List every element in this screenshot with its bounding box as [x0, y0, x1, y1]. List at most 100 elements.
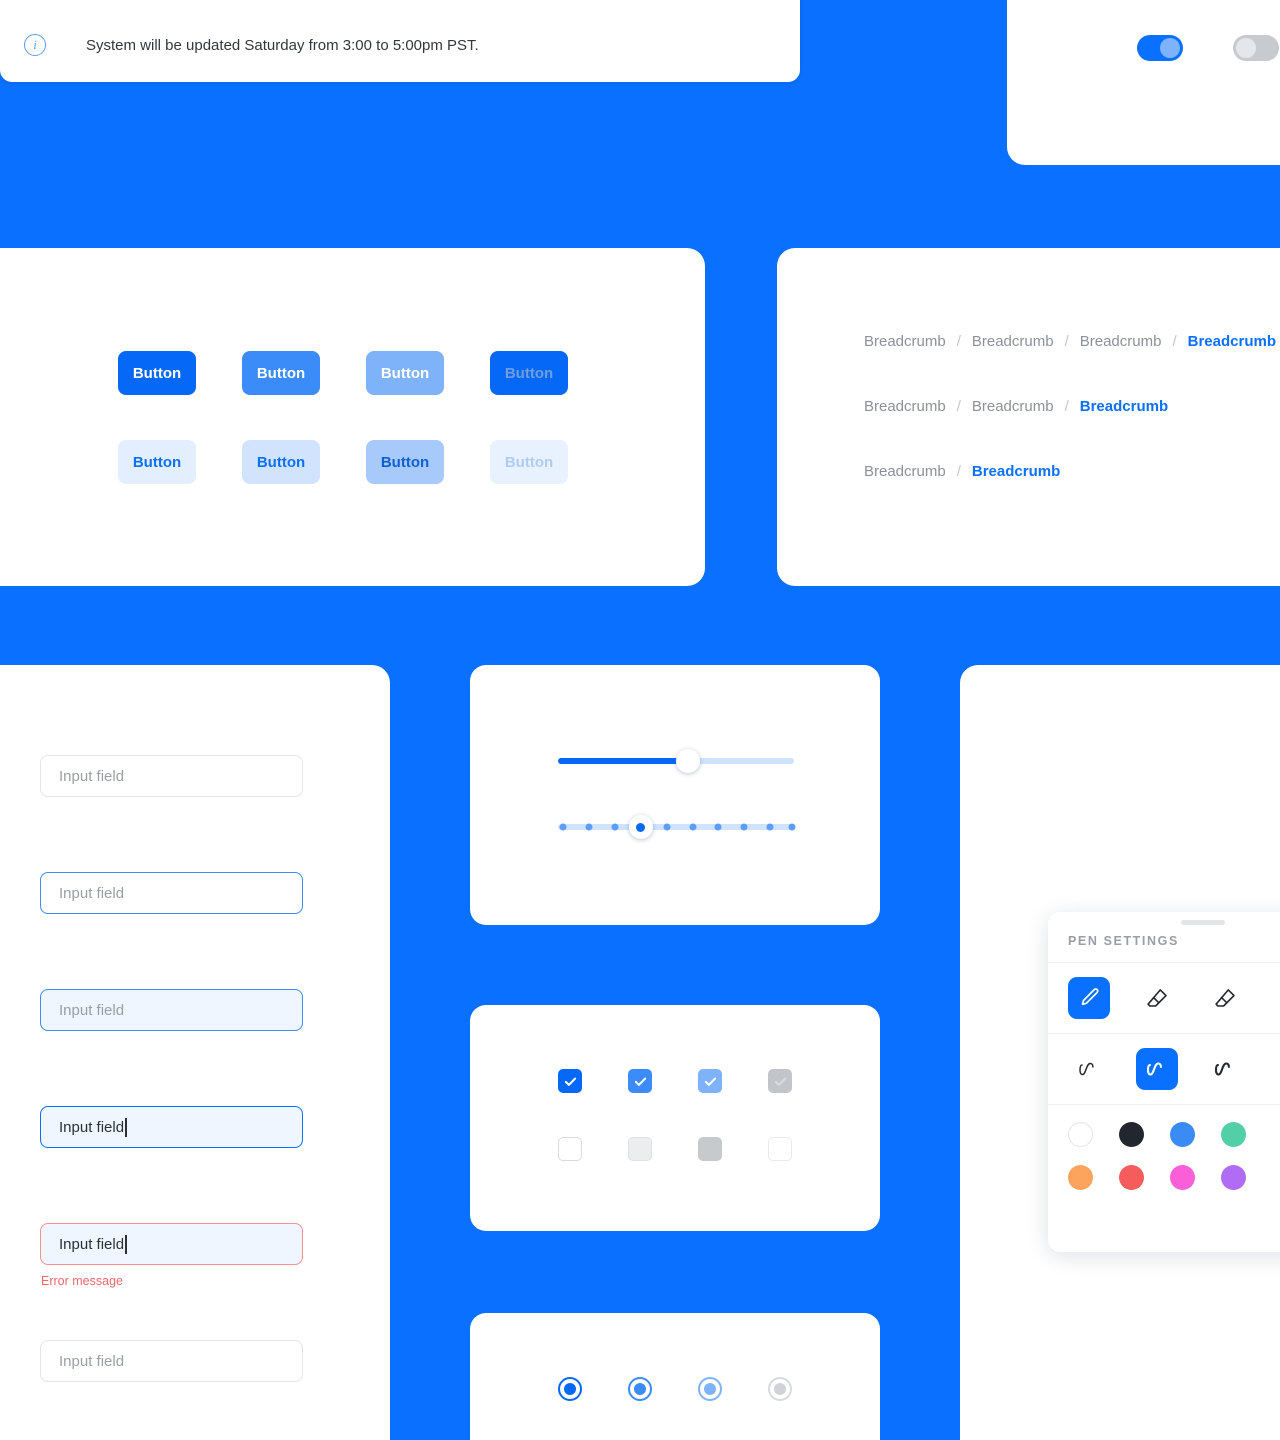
color-swatch-purple[interactable] [1221, 1165, 1246, 1190]
eraser-tool-button[interactable] [1136, 977, 1178, 1019]
check-icon [774, 1077, 786, 1086]
radio-inner-dot [774, 1383, 786, 1395]
input-block-hover: Input field [40, 872, 303, 989]
checkbox-checked-hover[interactable] [628, 1069, 652, 1093]
breadcrumb-separator-icon: / [956, 398, 961, 415]
secondary-button-hover[interactable]: Button [242, 440, 320, 484]
slider-step-dot[interactable] [689, 823, 697, 831]
slider-thumb[interactable] [628, 815, 653, 839]
input-field-list: Input field Input field Input field Inpu… [40, 755, 303, 1440]
toggle-switch-off[interactable] [1233, 35, 1279, 61]
radio-inner-dot [704, 1383, 716, 1395]
input-block-focus: Input field [40, 1106, 303, 1223]
toggle-knob [1236, 38, 1256, 58]
breadcrumb-item[interactable]: Breadcrumb [864, 463, 946, 480]
color-swatch-blue[interactable] [1170, 1122, 1195, 1147]
input-field-hover[interactable]: Input field [40, 872, 303, 914]
toggle-group [1137, 35, 1279, 61]
breadcrumb-item[interactable]: Breadcrumb [1080, 333, 1162, 350]
stroke-medium-icon [1146, 1062, 1162, 1076]
radios-card [470, 1313, 880, 1440]
radio-button-active[interactable] [698, 1377, 722, 1401]
alert-message: System will be updated Saturday from 3:0… [86, 36, 479, 54]
breadcrumb-separator-icon: / [1064, 333, 1069, 350]
stroke-medium-button[interactable] [1136, 1048, 1178, 1090]
radio-button-default[interactable] [558, 1377, 582, 1401]
stepped-slider[interactable] [558, 815, 796, 839]
eraser-alt-tool-button[interactable] [1204, 977, 1246, 1019]
input-block-disabled: Input field [40, 1340, 303, 1440]
slider-step-dot[interactable] [611, 823, 619, 831]
pen-stroke-row [1048, 1033, 1280, 1104]
continuous-slider[interactable] [558, 749, 794, 773]
breadcrumb-item[interactable]: Breadcrumb [972, 398, 1054, 415]
pen-icon [1081, 988, 1099, 1006]
breadcrumb-item[interactable]: Breadcrumb [972, 333, 1054, 350]
checkboxes-card [470, 1005, 880, 1231]
primary-button-active[interactable]: Button [366, 351, 444, 395]
secondary-button-disabled: Button [490, 440, 568, 484]
breadcrumb-separator-icon: / [956, 463, 961, 480]
input-placeholder: Input field [59, 1352, 125, 1370]
inputs-card: Input field Input field Input field Inpu… [0, 665, 390, 1440]
input-field-focus[interactable]: Input field [40, 1106, 303, 1148]
color-swatch-white[interactable] [1068, 1122, 1093, 1147]
color-swatch-row-1 [1048, 1104, 1280, 1147]
breadcrumb: Breadcrumb / Breadcrumb / Breadcrumb / B… [864, 333, 1276, 350]
checkbox-checked-default[interactable] [558, 1069, 582, 1093]
slider-step-dot[interactable] [788, 823, 796, 831]
breadcrumb-separator-icon: / [1172, 333, 1177, 350]
checkbox-unchecked-default[interactable] [558, 1137, 582, 1161]
checkbox-unchecked-hover[interactable] [628, 1137, 652, 1161]
stroke-thin-button[interactable] [1068, 1048, 1110, 1090]
alert-content: i System will be updated Saturday from 3… [0, 34, 479, 82]
color-swatch-pink[interactable] [1170, 1165, 1195, 1190]
system-alert-banner: i System will be updated Saturday from 3… [0, 0, 800, 82]
pen-settings-title: PEN SETTINGS [1068, 934, 1179, 948]
slider-step-dot[interactable] [740, 823, 748, 831]
slider-step-dot[interactable] [663, 823, 671, 831]
primary-button-default[interactable]: Button [118, 351, 196, 395]
radio-group [558, 1377, 838, 1401]
input-field-default[interactable]: Input field [40, 755, 303, 797]
color-swatch-red[interactable] [1119, 1165, 1144, 1190]
input-field-active[interactable]: Input field [40, 989, 303, 1031]
color-swatch-black[interactable] [1119, 1122, 1144, 1147]
eraser-icon [1147, 989, 1167, 1007]
breadcrumb-item[interactable]: Breadcrumb [864, 333, 946, 350]
breadcrumb-item-current[interactable]: Breadcrumb [1188, 333, 1276, 350]
secondary-button-default[interactable]: Button [118, 440, 196, 484]
slider-track[interactable] [558, 749, 794, 773]
panel-drag-handle[interactable] [1181, 920, 1225, 925]
radio-button-hover[interactable] [628, 1377, 652, 1401]
checkbox-checked-active[interactable] [698, 1069, 722, 1093]
breadcrumb-separator-icon: / [956, 333, 961, 350]
checkbox-unchecked-active[interactable] [698, 1137, 722, 1161]
stroke-thick-button[interactable] [1204, 1048, 1246, 1090]
check-icon [564, 1077, 576, 1086]
color-swatch-green[interactable] [1221, 1122, 1246, 1147]
slider-step-dot[interactable] [766, 823, 774, 831]
button-grid: Button Button Button Button Button Butto… [118, 351, 614, 484]
toggle-switch-on[interactable] [1137, 35, 1183, 61]
input-value: Input field [59, 1118, 125, 1136]
breadcrumb-separator-icon: / [1064, 398, 1069, 415]
color-swatch-orange[interactable] [1068, 1165, 1093, 1190]
breadcrumb-item-current[interactable]: Breadcrumb [1080, 398, 1168, 415]
breadcrumb-item[interactable]: Breadcrumb [864, 398, 946, 415]
primary-button-disabled: Button [490, 351, 568, 395]
secondary-button-active[interactable]: Button [366, 440, 444, 484]
pen-tool-row [1048, 962, 1280, 1033]
slider-track[interactable] [558, 815, 796, 839]
breadcrumb-item-current[interactable]: Breadcrumb [972, 463, 1060, 480]
slider-thumb[interactable] [675, 749, 700, 773]
input-field-error[interactable]: Input field [40, 1223, 303, 1265]
slider-step-dot[interactable] [585, 823, 593, 831]
primary-button-hover[interactable]: Button [242, 351, 320, 395]
stroke-thick-icon [1214, 1062, 1230, 1076]
slider-step-dot[interactable] [559, 823, 567, 831]
breadcrumbs-card: Breadcrumb / Breadcrumb / Breadcrumb / B… [777, 248, 1280, 586]
pen-tool-button[interactable] [1068, 977, 1110, 1019]
slider-step-dot[interactable] [714, 823, 722, 831]
text-cursor [125, 1234, 127, 1254]
